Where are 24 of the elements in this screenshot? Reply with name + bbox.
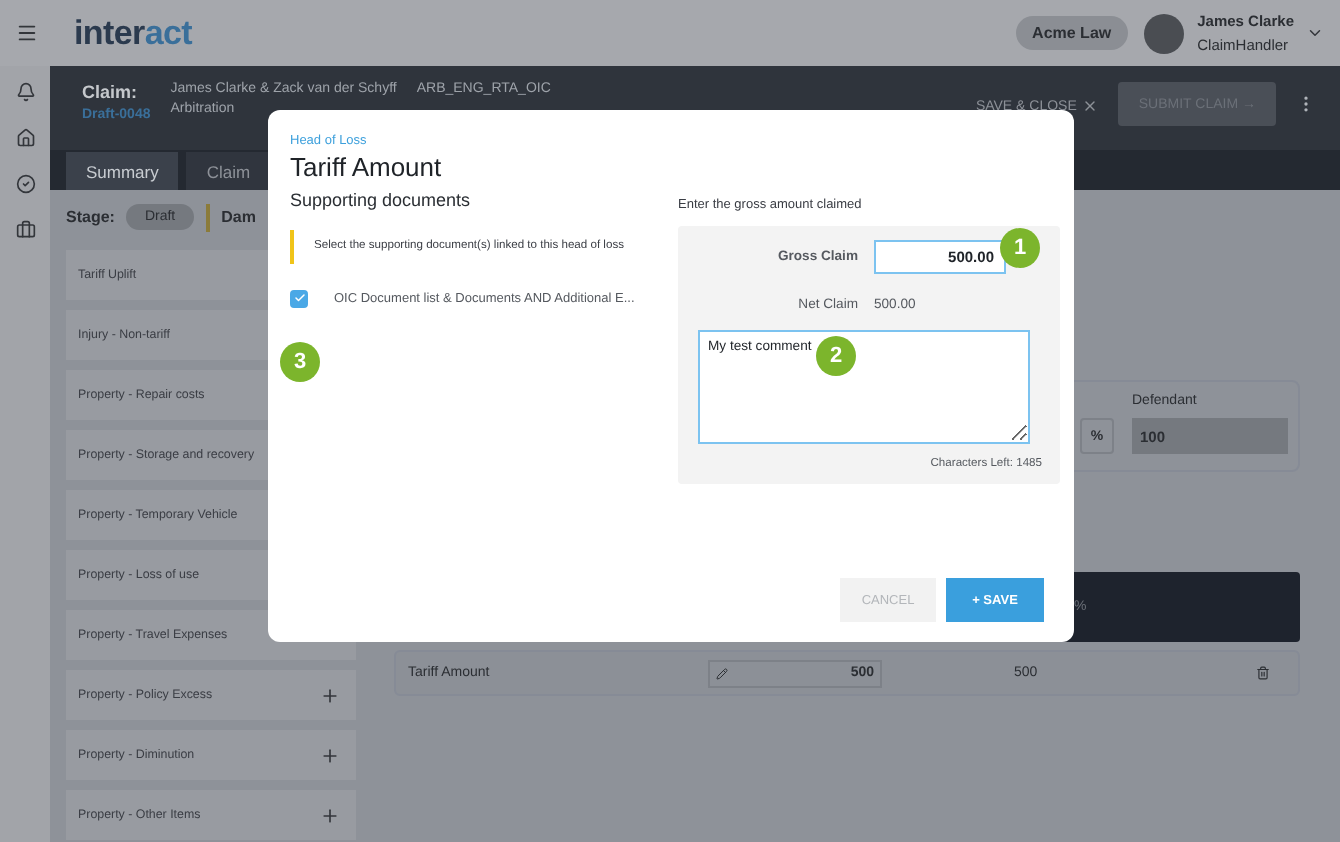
- plus-icon[interactable]: [320, 745, 340, 765]
- chevron-down-icon[interactable]: [1306, 24, 1324, 42]
- delete-icon[interactable]: [1256, 666, 1270, 680]
- check-icon[interactable]: [15, 174, 35, 194]
- tab[interactable]: Claim: [186, 152, 271, 190]
- home-icon[interactable]: [15, 128, 35, 148]
- modal-title: Tariff Amount: [290, 152, 444, 182]
- close-icon: [1082, 98, 1099, 114]
- checkbox[interactable]: [290, 289, 308, 308]
- menu-icon[interactable]: [16, 22, 38, 44]
- claim-label: Claim:: [82, 82, 140, 102]
- plus-icon[interactable]: [320, 685, 340, 705]
- section-title: Dam: [221, 208, 256, 226]
- stage-label: Stage:: [66, 208, 115, 226]
- pencil-icon: [716, 667, 728, 679]
- bell-icon[interactable]: [15, 82, 35, 102]
- plus-icon[interactable]: [320, 805, 340, 825]
- logo[interactable]: interact: [74, 13, 193, 53]
- organisation-badge: Acme Law: [1016, 16, 1128, 50]
- tab[interactable]: Summary: [66, 152, 179, 190]
- documents-heading: Supporting documents: [290, 190, 473, 210]
- briefcase-icon[interactable]: [15, 220, 35, 240]
- avatar[interactable]: [1143, 13, 1184, 53]
- step-badge: 3: [280, 342, 320, 382]
